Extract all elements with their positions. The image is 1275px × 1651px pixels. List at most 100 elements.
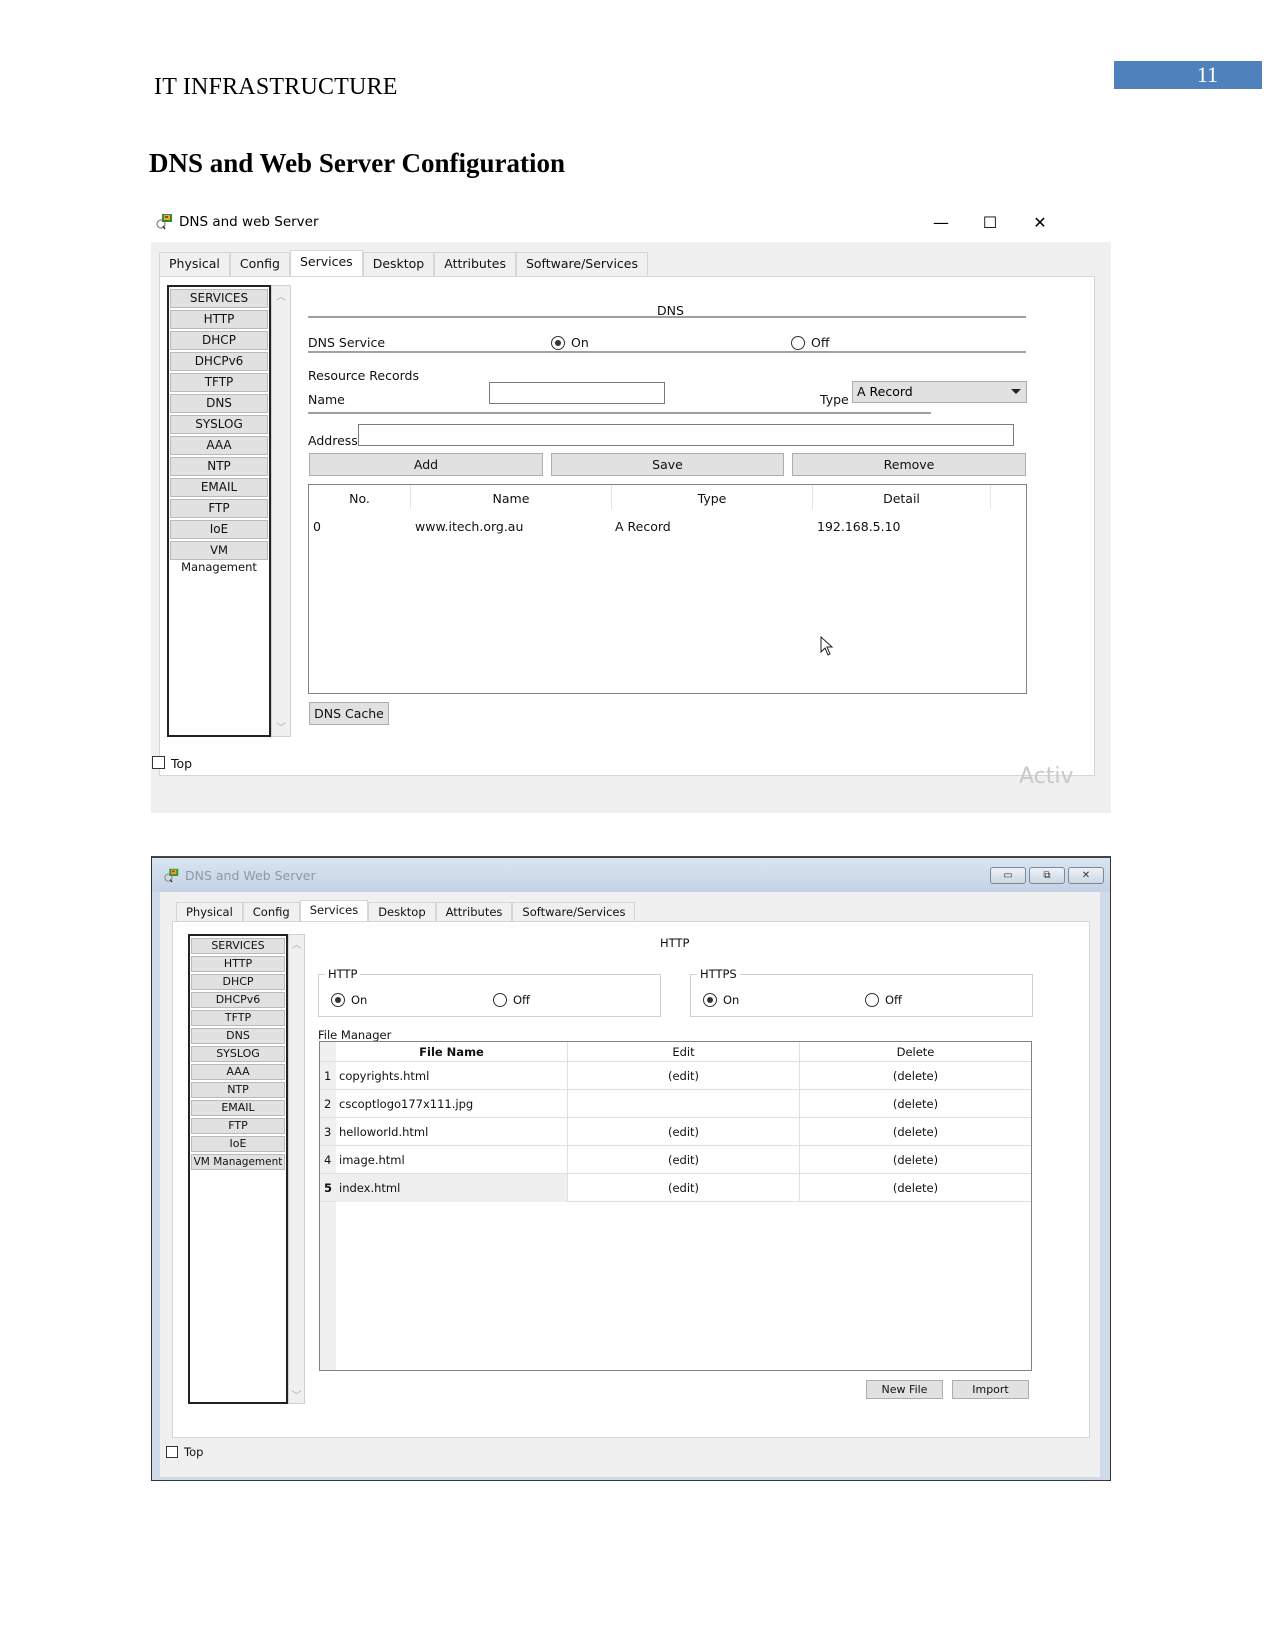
row-index: 2 bbox=[324, 1097, 332, 1111]
scroll-down-icon[interactable]: ﹀ bbox=[272, 719, 290, 734]
type-select[interactable]: A Record bbox=[852, 381, 1027, 403]
https-on-label: On bbox=[723, 993, 740, 1007]
scroll-up-icon[interactable]: ︿ bbox=[289, 936, 304, 951]
tab-desktop[interactable]: Desktop bbox=[362, 252, 435, 276]
table-row-selected[interactable]: 5 index.html (edit) (delete) bbox=[320, 1174, 1031, 1202]
service-item-email[interactable]: EMAIL bbox=[170, 478, 268, 497]
service-item-vm-management[interactable]: VM Management bbox=[191, 1154, 285, 1170]
mouse-cursor-icon bbox=[820, 636, 834, 656]
tab-attributes[interactable]: Attributes bbox=[435, 902, 513, 922]
service-item-email[interactable]: EMAIL bbox=[191, 1100, 285, 1116]
column-header-name[interactable]: Name bbox=[411, 491, 611, 506]
tab-services[interactable]: Services bbox=[299, 900, 369, 923]
column-header-no[interactable]: No. bbox=[309, 491, 410, 506]
service-item-dhcp[interactable]: DHCP bbox=[170, 331, 268, 350]
title-bar[interactable]: DNS and web Server — ☐ ✕ bbox=[151, 208, 1111, 242]
maximize-button[interactable]: ☐ bbox=[967, 208, 1013, 238]
dns-off-radio[interactable] bbox=[791, 336, 805, 350]
services-scrollbar[interactable]: ︿ ﹀ bbox=[288, 934, 305, 1404]
service-item-dhcp[interactable]: DHCP bbox=[191, 974, 285, 990]
column-header-detail[interactable]: Detail bbox=[813, 491, 990, 506]
services-list: SERVICES HTTP DHCP DHCPv6 TFTP DNS SYSLO… bbox=[188, 934, 288, 1404]
service-item-tftp[interactable]: TFTP bbox=[170, 373, 268, 392]
delete-link[interactable]: (delete) bbox=[799, 1062, 1031, 1090]
service-item-dhcpv6[interactable]: DHCPv6 bbox=[191, 992, 285, 1008]
column-header-edit[interactable]: Edit bbox=[567, 1042, 799, 1062]
row-index: 5 bbox=[324, 1181, 333, 1195]
service-item-services[interactable]: SERVICES bbox=[170, 289, 268, 308]
close-button[interactable]: ✕ bbox=[1017, 208, 1063, 238]
service-item-dns[interactable]: DNS bbox=[191, 1028, 285, 1044]
resource-records-label: Resource Records bbox=[308, 368, 419, 383]
column-header-delete[interactable]: Delete bbox=[799, 1042, 1031, 1062]
tab-config[interactable]: Config bbox=[229, 252, 290, 276]
delete-link[interactable]: (delete) bbox=[799, 1146, 1031, 1174]
service-item-vm-management[interactable]: VM Management bbox=[170, 541, 268, 574]
file-name: cscoptlogo177x111.jpg bbox=[339, 1097, 474, 1111]
top-checkbox[interactable] bbox=[166, 1446, 178, 1458]
delete-link[interactable]: (delete) bbox=[799, 1118, 1031, 1146]
minimize-button[interactable]: — bbox=[918, 208, 964, 238]
service-item-ioe[interactable]: IoE bbox=[191, 1136, 285, 1152]
dns-cache-button[interactable]: DNS Cache bbox=[309, 702, 389, 725]
scroll-up-icon[interactable]: ︿ bbox=[272, 288, 290, 303]
service-item-tftp[interactable]: TFTP bbox=[191, 1010, 285, 1026]
service-item-ftp[interactable]: FTP bbox=[191, 1118, 285, 1134]
column-header-type[interactable]: Type bbox=[612, 491, 812, 506]
tab-physical[interactable]: Physical bbox=[159, 252, 230, 276]
tab-physical[interactable]: Physical bbox=[176, 902, 243, 922]
address-input[interactable] bbox=[358, 424, 1014, 446]
name-input[interactable] bbox=[489, 382, 665, 404]
table-row[interactable]: 2 cscoptlogo177x111.jpg (delete) bbox=[320, 1090, 1031, 1118]
delete-link[interactable]: (delete) bbox=[799, 1090, 1031, 1118]
https-on-radio[interactable] bbox=[703, 993, 717, 1007]
dns-on-radio[interactable] bbox=[551, 336, 565, 350]
scroll-down-icon[interactable]: ﹀ bbox=[289, 1387, 304, 1402]
service-item-ioe[interactable]: IoE bbox=[170, 520, 268, 539]
http-group-legend: HTTP bbox=[325, 967, 361, 981]
http-off-radio[interactable] bbox=[493, 993, 507, 1007]
column-header-file-name[interactable]: File Name bbox=[336, 1042, 567, 1062]
window-body: Physical Config Services Desktop Attribu… bbox=[160, 892, 1100, 1477]
restore-button[interactable]: ⧉ bbox=[1029, 867, 1065, 884]
tab-desktop[interactable]: Desktop bbox=[368, 902, 436, 922]
edit-link[interactable]: (edit) bbox=[567, 1118, 799, 1146]
service-item-syslog[interactable]: SYSLOG bbox=[170, 415, 268, 434]
service-item-aaa[interactable]: AAA bbox=[191, 1064, 285, 1080]
add-button[interactable]: Add bbox=[309, 453, 543, 476]
save-button[interactable]: Save bbox=[551, 453, 784, 476]
tab-config[interactable]: Config bbox=[242, 902, 300, 922]
service-item-http[interactable]: HTTP bbox=[170, 310, 268, 329]
https-off-radio[interactable] bbox=[865, 993, 879, 1007]
service-item-syslog[interactable]: SYSLOG bbox=[191, 1046, 285, 1062]
service-item-ntp[interactable]: NTP bbox=[191, 1082, 285, 1098]
http-on-radio[interactable] bbox=[331, 993, 345, 1007]
top-checkbox[interactable] bbox=[152, 756, 165, 769]
service-item-ftp[interactable]: FTP bbox=[170, 499, 268, 518]
edit-link[interactable] bbox=[567, 1090, 799, 1118]
tab-services[interactable]: Services bbox=[289, 250, 363, 277]
service-item-services[interactable]: SERVICES bbox=[191, 938, 285, 954]
service-item-dhcpv6[interactable]: DHCPv6 bbox=[170, 352, 268, 371]
table-row[interactable]: 3 helloworld.html (edit) (delete) bbox=[320, 1118, 1031, 1146]
tab-software-services[interactable]: Software/Services bbox=[512, 902, 636, 922]
tab-attributes[interactable]: Attributes bbox=[434, 252, 516, 276]
table-row[interactable]: 1 copyrights.html (edit) (delete) bbox=[320, 1062, 1031, 1090]
service-item-aaa[interactable]: AAA bbox=[170, 436, 268, 455]
service-item-ntp[interactable]: NTP bbox=[170, 457, 268, 476]
services-scrollbar[interactable]: ︿ ﹀ bbox=[271, 285, 291, 737]
tab-software-services[interactable]: Software/Services bbox=[515, 252, 648, 276]
minimize-button[interactable]: ▭ bbox=[990, 867, 1026, 884]
table-row[interactable]: 4 image.html (edit) (delete) bbox=[320, 1146, 1031, 1174]
edit-link[interactable]: (edit) bbox=[567, 1146, 799, 1174]
delete-link[interactable]: (delete) bbox=[799, 1174, 1031, 1202]
close-button[interactable]: ✕ bbox=[1068, 867, 1104, 884]
title-bar[interactable]: DNS and Web Server ▭ ⧉ ✕ bbox=[152, 858, 1110, 892]
remove-button[interactable]: Remove bbox=[792, 453, 1026, 476]
edit-link[interactable]: (edit) bbox=[567, 1062, 799, 1090]
edit-link[interactable]: (edit) bbox=[567, 1174, 799, 1202]
new-file-button[interactable]: New File bbox=[866, 1380, 943, 1399]
import-button[interactable]: Import bbox=[952, 1380, 1029, 1399]
service-item-dns[interactable]: DNS bbox=[170, 394, 268, 413]
service-item-http[interactable]: HTTP bbox=[191, 956, 285, 972]
